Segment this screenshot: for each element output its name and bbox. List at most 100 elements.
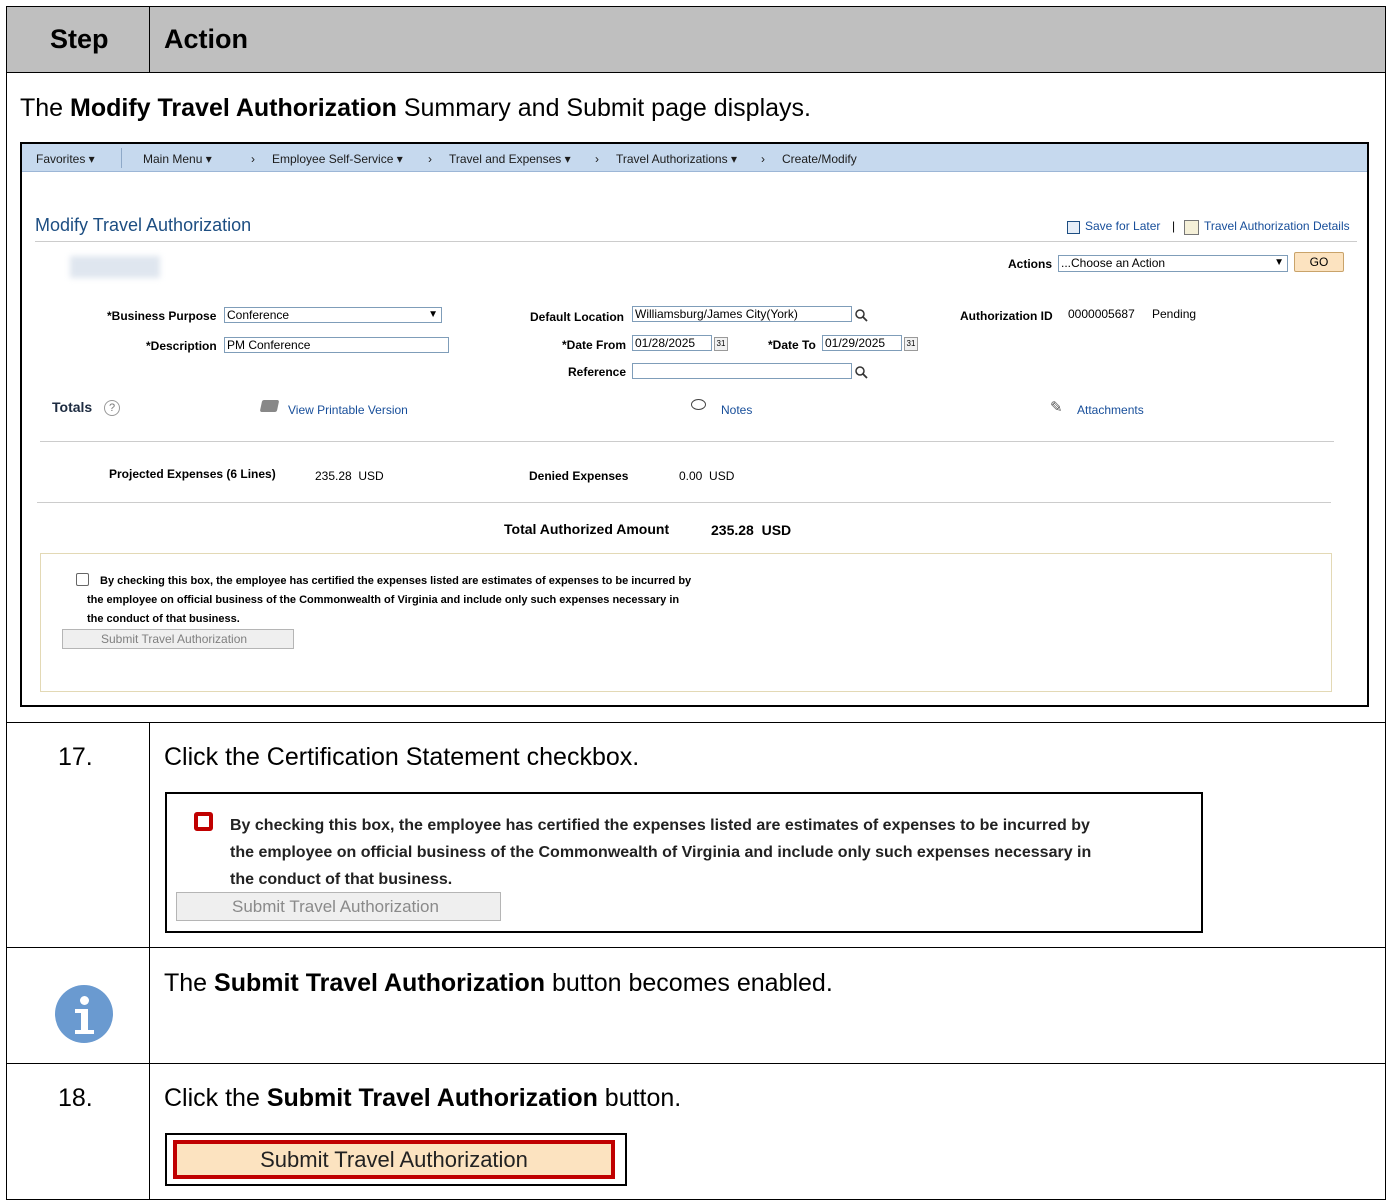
zoomed-submit-frame: Submit Travel Authorization — [165, 1133, 627, 1186]
row-divider — [6, 722, 1386, 723]
denied-expenses-label: Denied Expenses — [529, 469, 629, 483]
notes-link[interactable]: Notes — [721, 403, 752, 417]
denied-expenses-value: 0.00 USD — [679, 469, 735, 483]
info-icon-serif — [75, 1009, 83, 1013]
column-divider — [149, 7, 150, 72]
info-icon — [55, 985, 113, 1043]
nav-travel-authorizations[interactable]: Travel Authorizations ▾ — [616, 152, 737, 166]
attachments-link[interactable]: Attachments — [1077, 403, 1144, 417]
action-column-header: Action — [164, 24, 248, 54]
zoomed-certification-line-1: By checking this box, the employee has c… — [230, 817, 1090, 834]
save-for-later-link[interactable]: Save for Later — [1085, 219, 1160, 233]
details-icon[interactable] — [1184, 220, 1199, 235]
zoomed-submit-button[interactable]: Submit Travel Authorization — [176, 892, 501, 921]
divider — [37, 502, 1331, 503]
actions-select[interactable]: ...Choose an Action ▼ — [1058, 255, 1288, 272]
nav-employee-self-service[interactable]: Employee Self-Service ▾ — [272, 152, 403, 166]
date-from-field[interactable]: 01/28/2025 — [632, 335, 712, 351]
chevron-down-icon: ▼ — [1274, 257, 1284, 268]
date-to-label: *Date To — [768, 338, 816, 352]
step-17-text: Click the Certification Statement checkb… — [164, 743, 640, 771]
projected-expenses-value: 235.28 USD — [315, 469, 384, 483]
reference-field[interactable] — [632, 363, 852, 379]
nav-separator: › — [251, 152, 255, 166]
employee-name-redacted — [70, 256, 160, 278]
description-field[interactable]: PM Conference — [224, 337, 449, 353]
step-18-bold: Submit Travel Authorization — [266, 1084, 598, 1112]
step-17-number: 17. — [58, 743, 93, 771]
info-suffix: button becomes enabled. — [545, 969, 833, 997]
search-icon[interactable] — [854, 365, 868, 379]
page-title-underline — [35, 241, 1357, 242]
row-divider — [6, 1063, 1386, 1064]
default-location-field[interactable]: Williamsburg/James City(York) — [632, 306, 852, 322]
nav-create-modify[interactable]: Create/Modify — [782, 152, 857, 166]
certification-line-2: the employee on official business of the… — [87, 594, 680, 606]
info-icon-dot — [80, 996, 89, 1005]
business-purpose-label: *Business Purpose — [107, 309, 217, 323]
submit-travel-authorization-button[interactable]: Submit Travel Authorization — [62, 629, 294, 649]
intro-suffix: Summary and Submit page displays. — [396, 94, 811, 122]
nav-separator: › — [595, 152, 599, 166]
calendar-icon[interactable]: 31 — [904, 337, 918, 351]
peoplesoft-screenshot: Favorites ▾ Main Menu ▾ › Employee Self-… — [20, 142, 1369, 707]
zoomed-certification-checkbox[interactable] — [194, 812, 213, 831]
save-icon[interactable] — [1067, 221, 1080, 234]
business-purpose-value: Conference — [227, 308, 290, 322]
nav-separator: › — [761, 152, 765, 166]
info-bold: Submit Travel Authorization — [214, 969, 546, 997]
column-divider — [149, 722, 150, 1200]
nav-divider — [121, 148, 122, 168]
step-18-number: 18. — [58, 1084, 93, 1112]
row-divider — [6, 72, 1386, 73]
certification-line-1: By checking this box, the employee has c… — [100, 575, 692, 587]
step-18-suffix: button. — [597, 1084, 682, 1112]
search-icon[interactable] — [854, 308, 868, 322]
reference-label: Reference — [568, 365, 627, 379]
nav-favorites[interactable]: Favorites ▾ — [36, 152, 95, 166]
page-title: Modify Travel Authorization — [35, 215, 252, 235]
authorization-id-value: 0000005687 — [1068, 307, 1135, 321]
zoomed-submit-enabled-button[interactable]: Submit Travel Authorization — [173, 1140, 615, 1179]
zoomed-certification-panel: By checking this box, the employee has c… — [165, 792, 1203, 933]
step-18-text: Click the Submit Travel Authorization bu… — [164, 1084, 681, 1113]
step-column-header: Step — [50, 24, 109, 54]
nav-bar: Favorites ▾ Main Menu ▾ › Employee Self-… — [22, 144, 1367, 172]
actions-label: Actions — [1008, 257, 1053, 271]
view-printable-version-link[interactable]: View Printable Version — [288, 403, 408, 417]
info-text: The Submit Travel Authorization button b… — [164, 969, 833, 998]
zoomed-certification-line-2: the employee on official business of the… — [230, 844, 1092, 861]
info-icon-base — [75, 1030, 94, 1034]
intro-prefix: The — [20, 94, 71, 122]
row-divider — [6, 947, 1386, 948]
zoomed-certification-line-3: the conduct of that business. — [230, 871, 453, 888]
business-purpose-select[interactable]: Conference ▼ — [224, 307, 442, 323]
notes-icon[interactable] — [691, 399, 706, 410]
go-button[interactable]: GO — [1294, 252, 1344, 272]
attachment-icon[interactable]: ✎ — [1050, 398, 1063, 416]
nav-separator: › — [428, 152, 432, 166]
link-separator: | — [1172, 219, 1176, 233]
travel-authorization-details-link[interactable]: Travel Authorization Details — [1204, 219, 1350, 233]
info-prefix: The — [164, 969, 215, 997]
printer-icon[interactable] — [259, 400, 280, 412]
intro-text: The Modify Travel Authorization Summary … — [20, 94, 811, 123]
actions-select-value: ...Choose an Action — [1061, 256, 1166, 270]
total-authorized-amount-value: 235.28 USD — [711, 522, 792, 538]
calendar-icon[interactable]: 31 — [714, 337, 728, 351]
certification-line-3: the conduct of that business. — [87, 613, 240, 625]
nav-travel-and-expenses[interactable]: Travel and Expenses ▾ — [449, 152, 571, 166]
chevron-down-icon: ▼ — [428, 309, 438, 320]
authorization-status: Pending — [1152, 307, 1197, 321]
totals-label: Totals — [52, 399, 93, 415]
certification-checkbox[interactable] — [76, 573, 89, 586]
projected-expenses-label: Projected Expenses (6 Lines) — [109, 467, 276, 481]
nav-main-menu[interactable]: Main Menu ▾ — [143, 152, 212, 166]
divider — [40, 441, 1334, 442]
intro-bold: Modify Travel Authorization — [70, 94, 397, 122]
authorization-id-label: Authorization ID — [960, 309, 1053, 323]
date-to-field[interactable]: 01/29/2025 — [822, 335, 902, 351]
help-icon[interactable]: ? — [104, 400, 120, 416]
default-location-label: Default Location — [530, 310, 625, 324]
total-authorized-amount-label: Total Authorized Amount — [504, 521, 670, 537]
